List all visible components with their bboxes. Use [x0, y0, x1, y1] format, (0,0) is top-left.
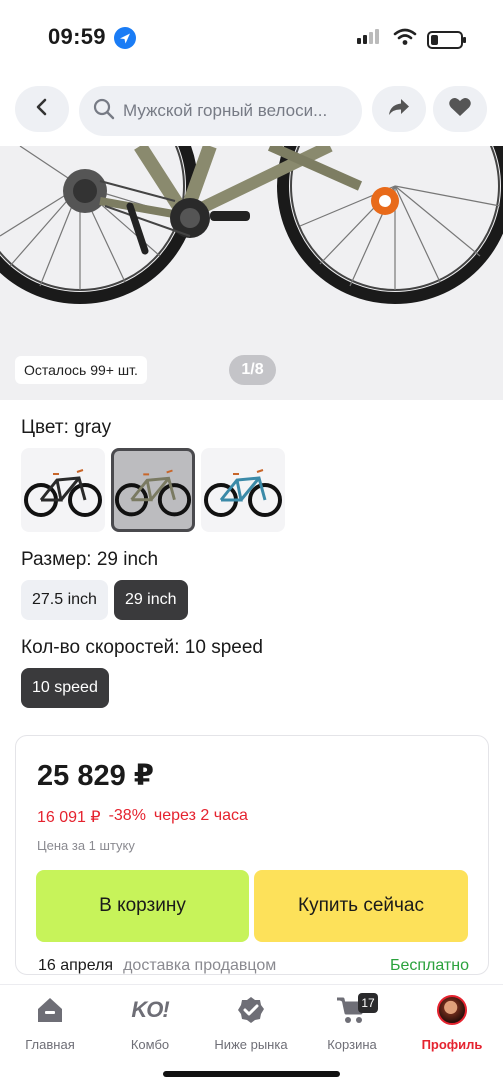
size-label: Размер: 29 inch	[21, 549, 159, 570]
bike-black-icon	[24, 469, 102, 517]
image-page-indicator: 1/8	[229, 355, 276, 385]
price-main: 25 829 ₽	[37, 760, 154, 792]
status-icons	[357, 28, 466, 51]
tab-below-market[interactable]: Ниже рынка	[201, 993, 301, 1057]
add-to-cart-button[interactable]: В корзину	[36, 870, 249, 942]
home-icon	[38, 998, 62, 1022]
battery-icon	[427, 30, 466, 49]
wifi-icon	[393, 28, 417, 51]
color-swatch-gray[interactable]	[111, 448, 195, 532]
cart-count-badge: 17	[358, 993, 378, 1013]
discount-percent: -38%	[108, 807, 146, 824]
color-swatch-black[interactable]	[21, 448, 105, 532]
badge-check-icon	[238, 997, 264, 1023]
tab-combo-label: Комбо	[130, 1037, 170, 1052]
speed-options: 10 speed	[21, 668, 109, 708]
search-bar[interactable]	[79, 86, 362, 136]
home-indicator	[163, 1071, 340, 1077]
chevron-left-icon	[35, 98, 49, 121]
heart-icon	[448, 96, 472, 123]
delivery-method: доставка продавцом	[123, 957, 277, 974]
promo-timer: через 2 часа	[153, 807, 248, 824]
color-swatches	[21, 448, 285, 532]
status-bar: 09:59	[0, 0, 503, 74]
battery-level	[431, 34, 438, 45]
location-arrow-icon	[114, 27, 136, 49]
bike-blue-icon	[204, 469, 282, 517]
speed-label: Кол-во скоростей: 10 speed	[21, 637, 263, 658]
buy-now-button[interactable]: Купить сейчас	[254, 870, 468, 942]
search-input[interactable]	[123, 101, 362, 121]
delivery-date: 16 апреля	[38, 957, 114, 974]
size-options: 27.5 inch 29 inch	[21, 580, 188, 620]
favorite-button[interactable]	[433, 86, 487, 132]
tab-profile[interactable]: Профиль	[402, 993, 502, 1057]
back-button[interactable]	[15, 86, 69, 132]
size-option-29[interactable]: 29 inch	[113, 580, 188, 620]
tab-profile-label: Профиль	[421, 1037, 483, 1052]
color-label: Цвет: gray	[21, 417, 112, 438]
color-swatch-blue[interactable]	[201, 448, 285, 532]
tab-cart[interactable]: 17 Корзина	[302, 993, 402, 1057]
top-nav	[0, 86, 503, 136]
status-time: 09:59	[48, 24, 106, 49]
tab-home-label: Главная	[25, 1037, 75, 1052]
search-icon	[93, 98, 115, 125]
product-image-gallery[interactable]: Осталось 99+ шт. 1/8	[0, 146, 503, 400]
promo-price: 16 091 ₽	[37, 809, 101, 826]
stock-badge: Осталось 99+ шт.	[15, 356, 147, 384]
promo-row: 16 091 ₽ -38% через 2 часа	[37, 807, 248, 827]
speed-option-10[interactable]: 10 speed	[21, 668, 109, 708]
tab-combo[interactable]: KO! Комбо	[100, 993, 200, 1057]
cellular-signal-icon	[357, 28, 383, 51]
delivery-info: 16 апреля доставка продавцом Бесплатно	[38, 957, 469, 975]
avatar	[437, 995, 467, 1025]
bike-gray-icon	[114, 469, 192, 517]
tab-home[interactable]: Главная	[0, 993, 100, 1057]
share-arrow-icon	[387, 97, 411, 122]
tab-below-market-label: Ниже рынка	[214, 1037, 288, 1052]
price-card: 25 829 ₽ 16 091 ₽ -38% через 2 часа Цена…	[15, 735, 489, 975]
unit-price-note: Цена за 1 штуку	[37, 838, 135, 853]
ko-logo-icon: KO!	[131, 997, 169, 1022]
size-option-27-5[interactable]: 27.5 inch	[21, 580, 108, 620]
tab-cart-label: Корзина	[327, 1037, 377, 1052]
share-button[interactable]	[372, 86, 426, 132]
delivery-cost: Бесплатно	[389, 957, 469, 974]
